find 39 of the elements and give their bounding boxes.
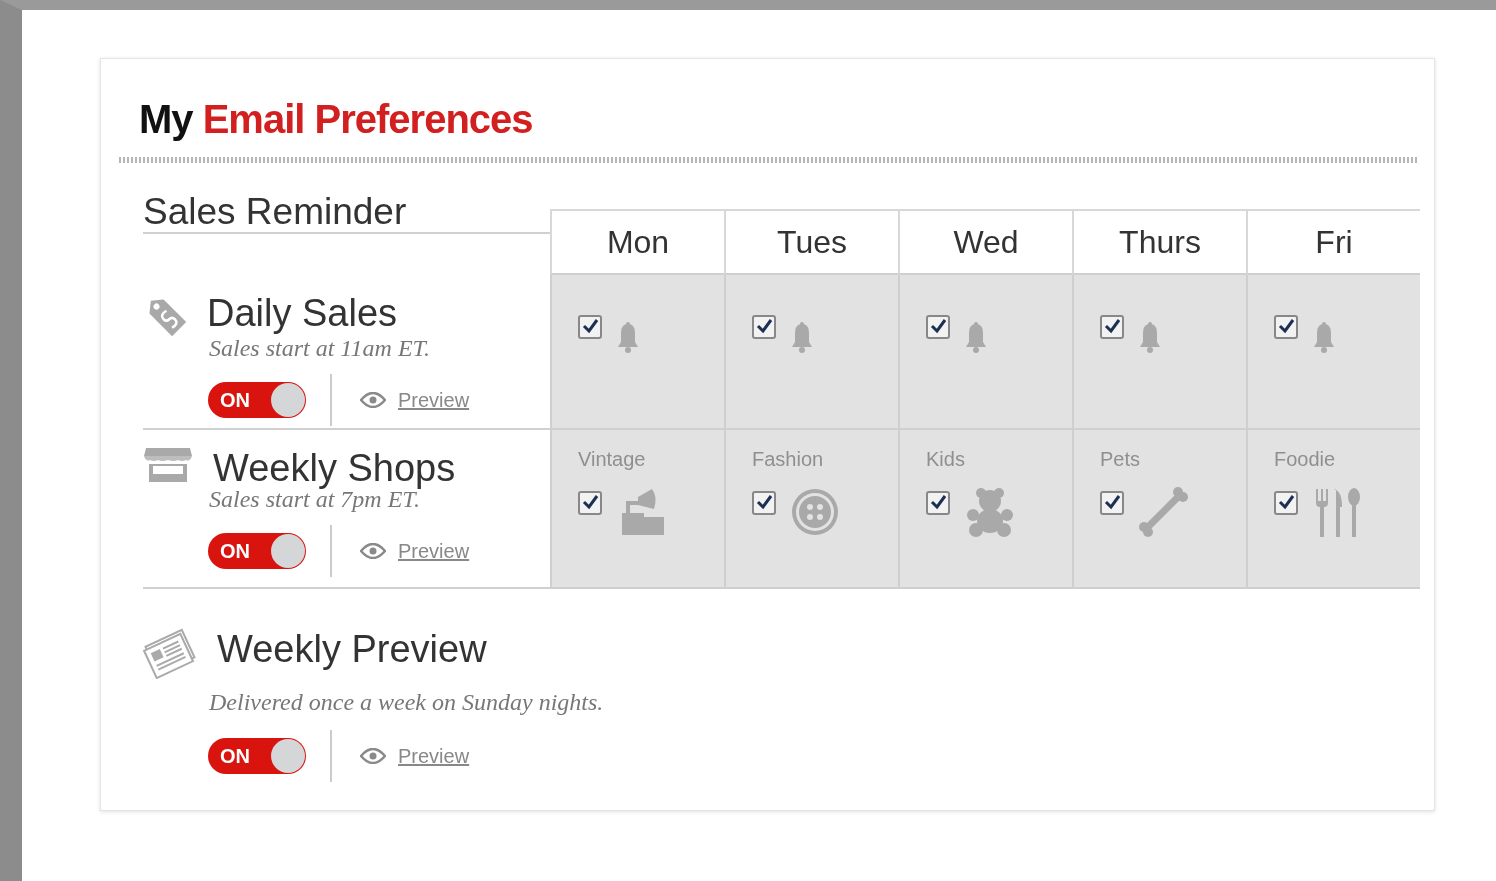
page-title: My Email Preferences (139, 96, 534, 143)
category-label: Fashion (752, 448, 825, 471)
preview-link[interactable]: Preview (398, 539, 470, 563)
reminder-title: Weekly Shops (213, 446, 456, 490)
bell-icon (1312, 321, 1336, 353)
checkbox[interactable] (1100, 491, 1124, 515)
category-label: Pets (1100, 448, 1142, 471)
bell-icon (964, 321, 988, 353)
eye-icon (360, 748, 386, 764)
bell-icon (1138, 321, 1162, 353)
checkbox[interactable] (1274, 315, 1298, 339)
bell-icon (616, 321, 640, 353)
section-title: Sales Reminder (143, 192, 550, 234)
eye-icon (360, 543, 386, 559)
checkbox[interactable] (578, 315, 602, 339)
checkbox[interactable] (752, 315, 776, 339)
category-label: Foodie (1274, 448, 1337, 471)
toggle-switch[interactable]: ON (208, 382, 306, 418)
category-label: Vintage (578, 448, 647, 471)
reminder-description: Sales start at 11am ET. (209, 335, 432, 362)
preview-link[interactable]: Preview (398, 388, 470, 412)
reminder-title: Daily Sales (207, 291, 398, 335)
toggle-switch[interactable]: ON (208, 533, 306, 569)
checkbox[interactable] (1274, 491, 1298, 515)
checkbox[interactable] (578, 491, 602, 515)
sewing-button-icon (790, 487, 840, 537)
checkbox[interactable] (926, 491, 950, 515)
reminder-description: Delivered once a week on Sunday nights. (209, 689, 605, 716)
eye-icon (360, 392, 386, 408)
checkbox[interactable] (1100, 315, 1124, 339)
toggle-switch[interactable]: ON (208, 738, 306, 774)
category-label: Kids (926, 448, 966, 471)
reminder-title: Weekly Preview (217, 627, 487, 671)
checkbox[interactable] (752, 491, 776, 515)
teddy-bear-icon (964, 487, 1016, 537)
preview-link[interactable]: Preview (398, 744, 470, 768)
checkbox[interactable] (926, 315, 950, 339)
bone-icon (1138, 487, 1188, 537)
bell-icon (790, 321, 814, 353)
